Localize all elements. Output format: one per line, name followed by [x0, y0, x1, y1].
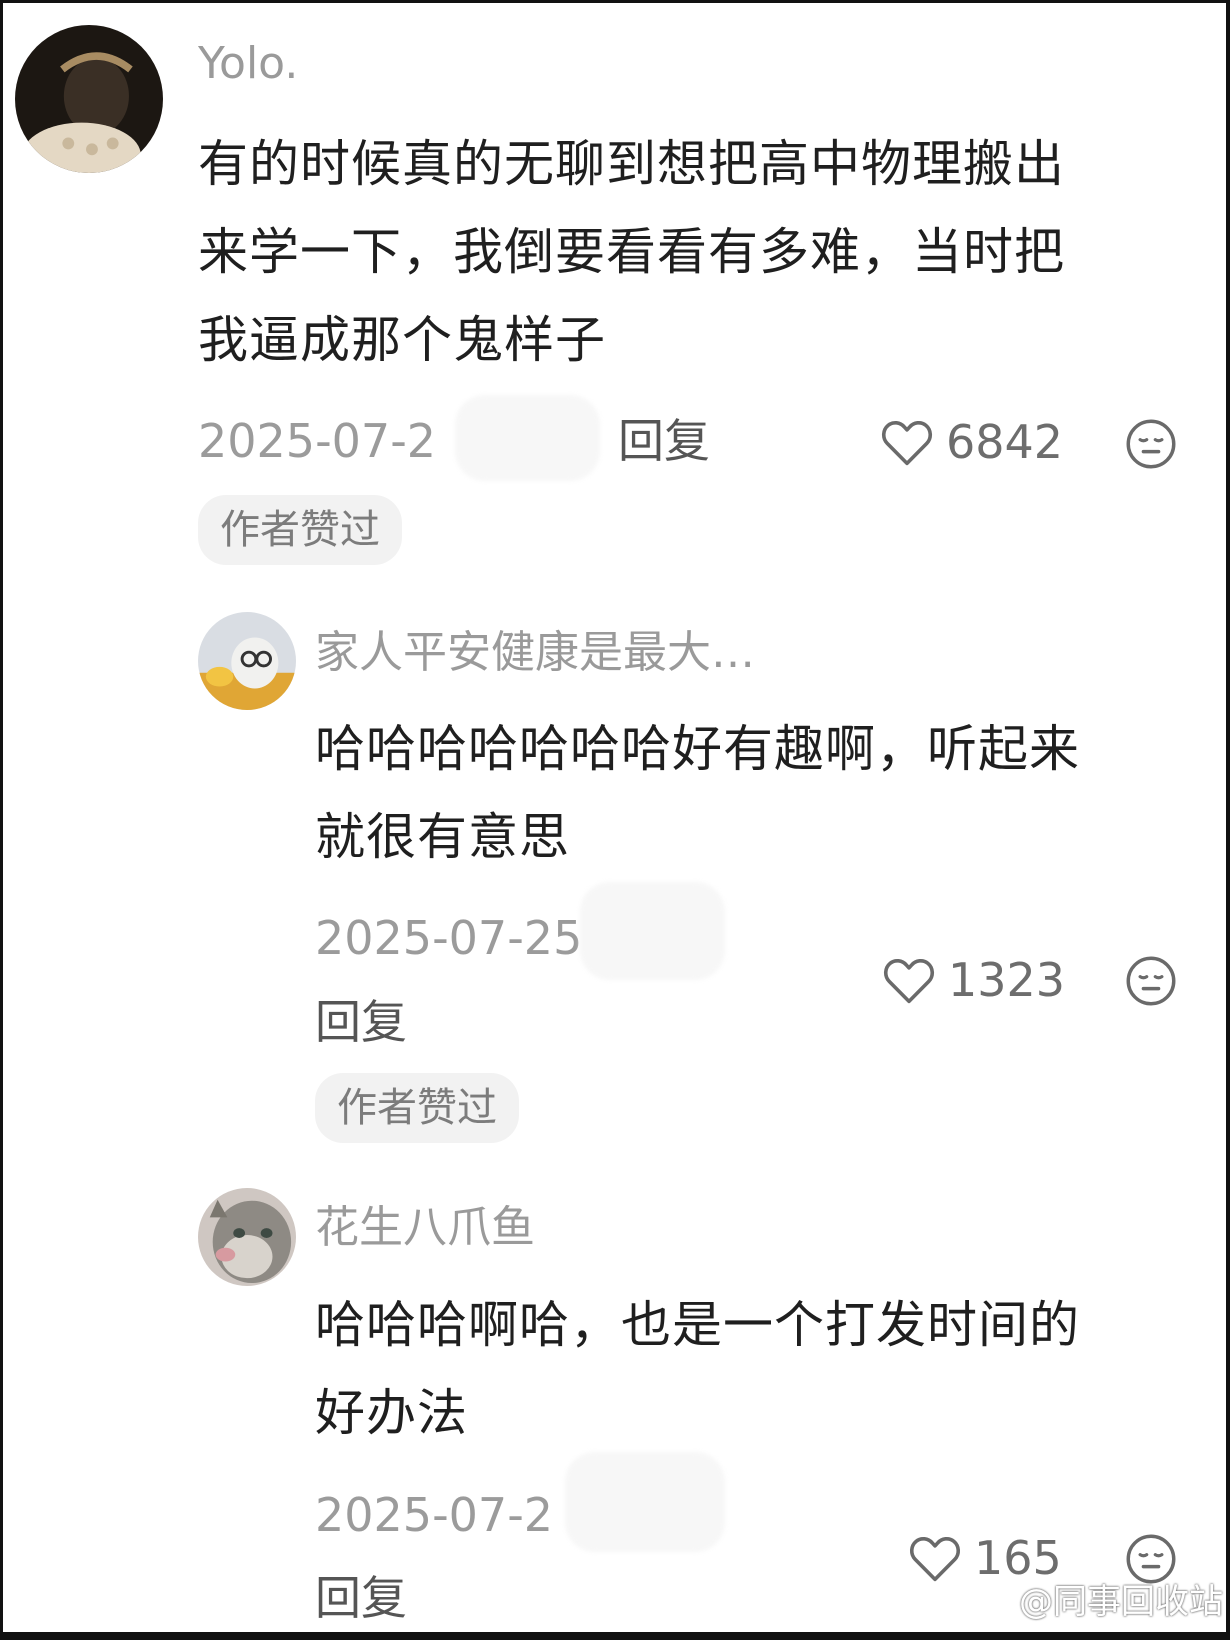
heart-outline-icon	[883, 959, 935, 1004]
frame-bottom-edge	[0, 1632, 1230, 1640]
username[interactable]: 花生八爪鱼	[315, 1200, 535, 1256]
author-liked-badge: 作者赞过	[315, 1073, 519, 1143]
comment-text: 哈哈哈哈哈哈哈好有趣啊，听起来 就很有意思	[315, 705, 1205, 881]
comment-line: 我逼成那个鬼样子	[198, 311, 606, 369]
comment-date: 2025-07-2	[198, 414, 437, 468]
heart-outline-icon	[881, 421, 933, 466]
meh-face-icon	[1126, 419, 1176, 469]
watermark-text: @同事回收站	[1019, 1582, 1223, 1622]
like-button[interactable]: 165	[908, 1530, 1062, 1586]
avatar-image	[198, 1188, 296, 1286]
dislike-button[interactable]	[1125, 418, 1177, 470]
like-count: 1323	[948, 953, 1066, 1007]
reply-button[interactable]: 回复	[315, 1570, 407, 1626]
comment-date: 2025-07-2	[315, 1488, 554, 1542]
dislike-button[interactable]	[1125, 1533, 1177, 1585]
frame-right-edge	[1226, 0, 1230, 1640]
comment-line: 有的时候真的无聊到想把高中物理搬出	[198, 135, 1065, 193]
author-liked-badge: 作者赞过	[198, 495, 402, 565]
comment-text: 哈哈哈啊哈，也是一个打发时间的 好办法	[315, 1281, 1205, 1457]
comment-date: 2025-07-25	[315, 911, 583, 965]
redaction-blur	[580, 882, 725, 980]
comment-text: 有的时候真的无聊到想把高中物理搬出 来学一下，我倒要看看有多难，当时把 我逼成那…	[198, 120, 1198, 384]
redaction-blur	[455, 395, 600, 481]
avatar[interactable]	[198, 1188, 296, 1286]
comment-line: 哈哈哈啊哈，也是一个打发时间的	[315, 1296, 1080, 1354]
reply-button[interactable]: 回复	[315, 994, 407, 1050]
avatar[interactable]	[15, 25, 163, 173]
avatar[interactable]	[198, 612, 296, 710]
heart-outline-icon	[909, 1537, 961, 1582]
comment-line: 好办法	[315, 1384, 468, 1442]
comment-line: 来学一下，我倒要看看有多难，当时把	[198, 223, 1065, 281]
comment-line: 就很有意思	[315, 808, 570, 866]
username[interactable]: Yolo.	[198, 36, 298, 92]
avatar-image	[15, 25, 163, 173]
reply-button[interactable]: 回复	[618, 413, 710, 469]
frame-left-edge	[0, 0, 3, 1640]
like-button[interactable]: 6842	[880, 414, 1063, 470]
frame-top-edge	[0, 0, 1230, 3]
like-count: 6842	[946, 415, 1064, 469]
meh-face-icon	[1126, 956, 1176, 1006]
watermark: @同事回收站	[975, 1580, 1223, 1624]
weibo-logo-icon	[975, 1589, 1013, 1618]
dislike-button[interactable]	[1125, 955, 1177, 1007]
username[interactable]: 家人平安健康是最大…	[315, 625, 755, 681]
like-button[interactable]: 1323	[882, 952, 1065, 1008]
meh-face-icon	[1126, 1534, 1176, 1584]
redaction-blur	[565, 1452, 725, 1552]
avatar-image	[198, 612, 296, 710]
like-count: 165	[974, 1531, 1062, 1585]
comment-line: 哈哈哈哈哈哈哈好有趣啊，听起来	[315, 720, 1080, 778]
